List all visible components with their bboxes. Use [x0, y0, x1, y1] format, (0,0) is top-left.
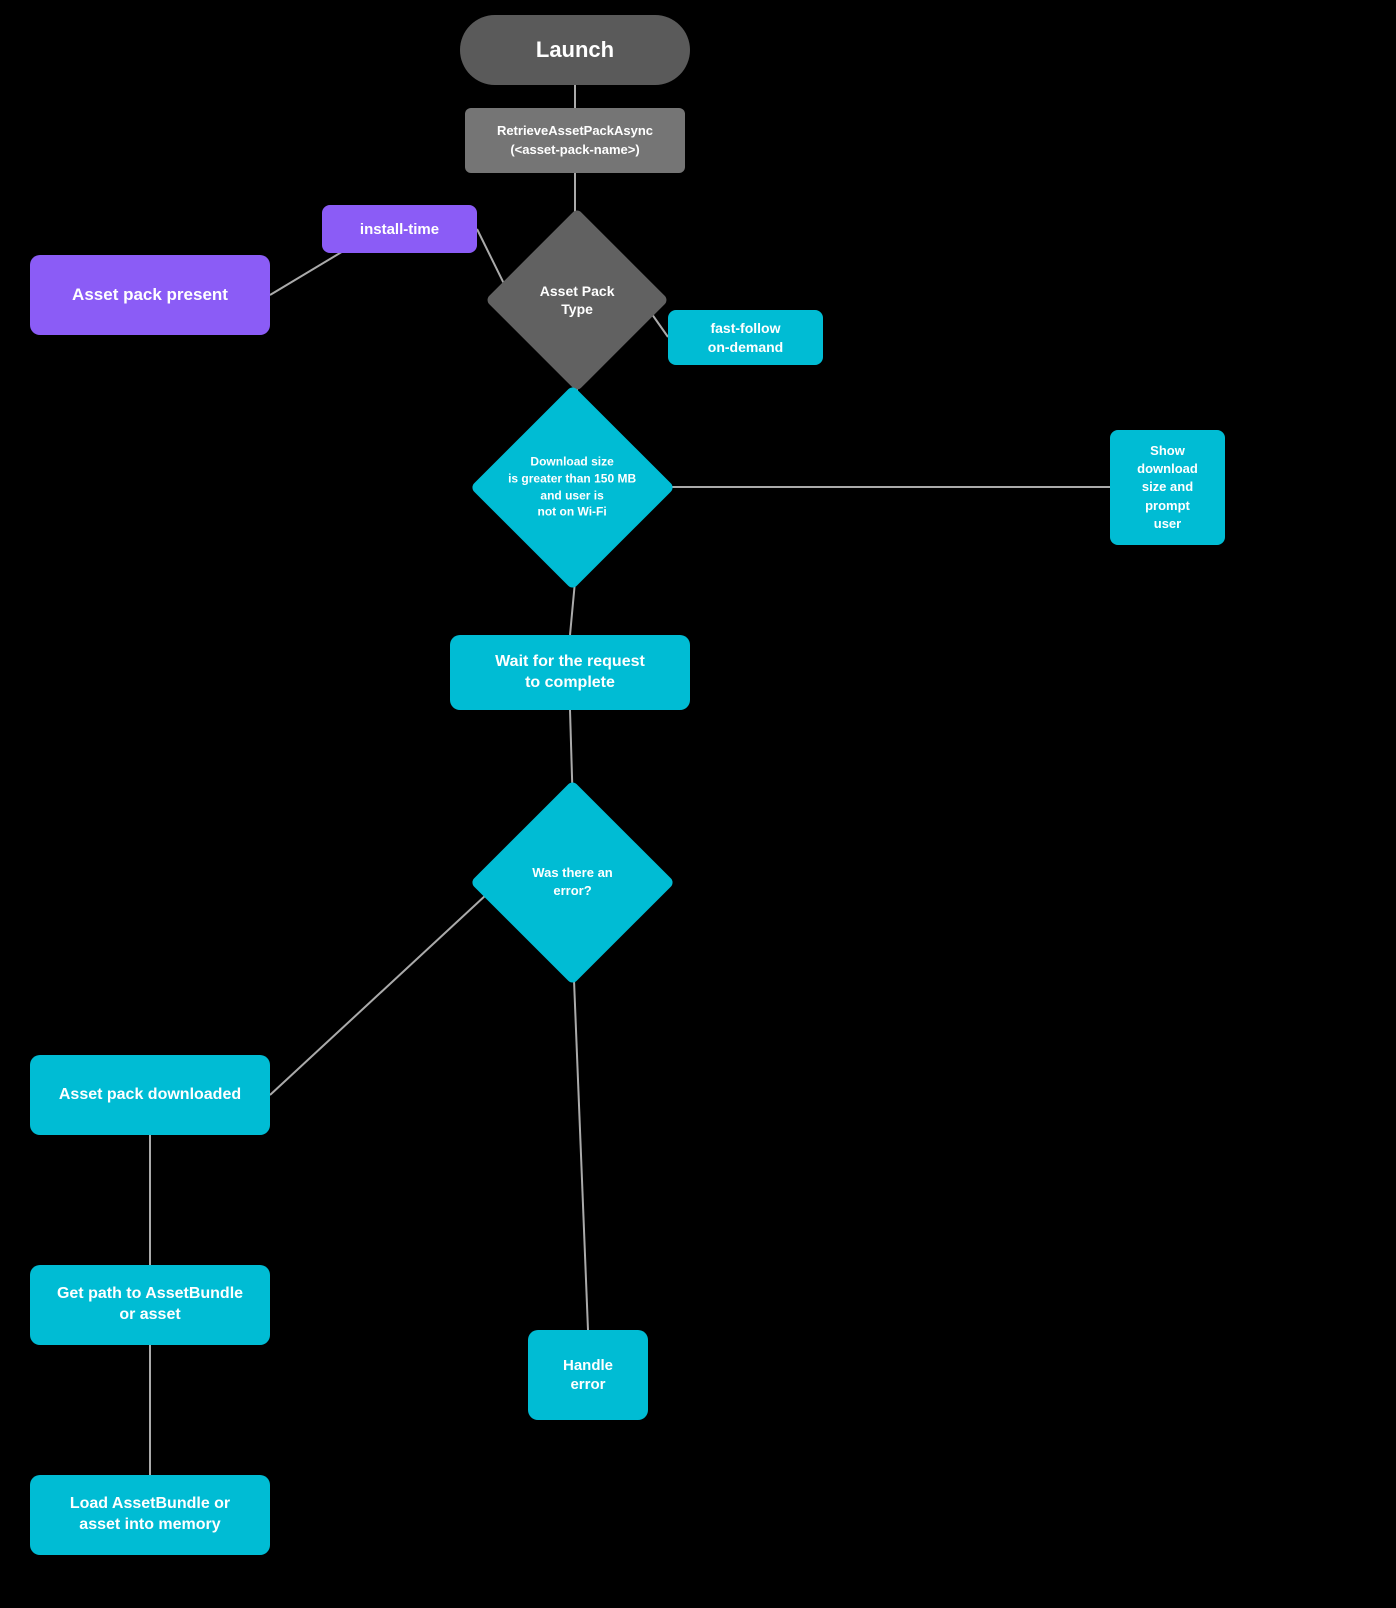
error-diamond-label: Was there anerror?: [532, 864, 612, 900]
install-time-label: install-time: [360, 221, 439, 238]
get-path-label: Get path to AssetBundleor asset: [57, 1284, 243, 1326]
asset-downloaded-node: Asset pack downloaded: [30, 1055, 270, 1135]
flowchart: Launch RetrieveAssetPackAsync(<asset-pac…: [0, 0, 1396, 1608]
wait-node: Wait for the requestto complete: [450, 635, 690, 710]
get-path-node: Get path to AssetBundleor asset: [30, 1265, 270, 1345]
connector-lines: [0, 0, 1396, 1608]
retrieve-node: RetrieveAssetPackAsync(<asset-pack-name>…: [465, 108, 685, 173]
show-download-label: Showdownloadsize andpromptuser: [1137, 442, 1198, 533]
error-diamond: Was there anerror?: [470, 780, 675, 985]
download-size-label: Download sizeis greater than 150 MBand u…: [508, 454, 636, 521]
launch-label: Launch: [536, 37, 614, 63]
asset-downloaded-label: Asset pack downloaded: [59, 1086, 241, 1104]
load-asset-label: Load AssetBundle orasset into memory: [70, 1494, 230, 1536]
install-time-node: install-time: [322, 205, 477, 253]
load-asset-node: Load AssetBundle orasset into memory: [30, 1475, 270, 1555]
fast-follow-node: fast-followon-demand: [668, 310, 823, 365]
asset-present-node: Asset pack present: [30, 255, 270, 335]
show-download-node: Showdownloadsize andpromptuser: [1110, 430, 1225, 545]
fast-follow-label: fast-followon-demand: [708, 319, 783, 355]
download-size-diamond: Download sizeis greater than 150 MBand u…: [470, 385, 675, 590]
handle-error-label: Handleerror: [563, 1356, 613, 1395]
retrieve-label: RetrieveAssetPackAsync(<asset-pack-name>…: [497, 122, 653, 158]
handle-error-node: Handleerror: [528, 1330, 648, 1420]
wait-label: Wait for the requestto complete: [495, 652, 645, 694]
asset-pack-type-diamond: Asset PackType: [485, 208, 669, 392]
asset-pack-type-label: Asset PackType: [540, 282, 615, 318]
launch-node: Launch: [460, 15, 690, 85]
asset-present-label: Asset pack present: [72, 285, 228, 305]
